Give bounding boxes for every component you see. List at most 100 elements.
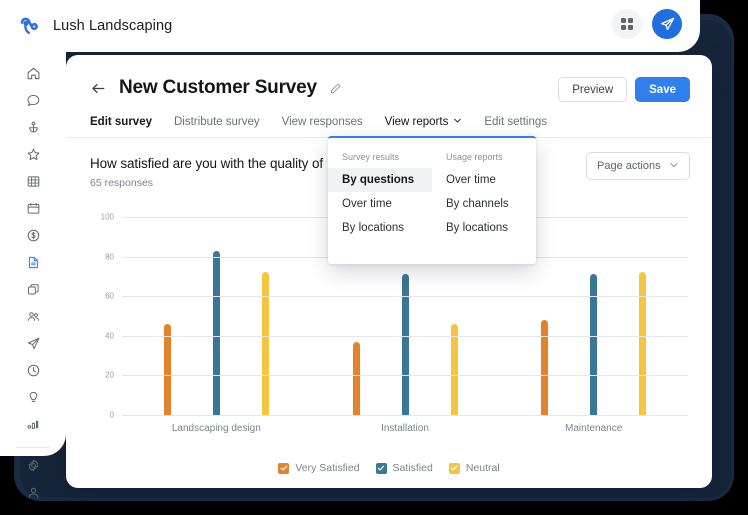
tab-edit-survey[interactable]: Edit survey <box>90 116 152 138</box>
y-axis-tick-label: 40 <box>105 331 114 340</box>
tab-bar: Edit survey Distribute survey View respo… <box>66 116 712 138</box>
y-axis-tick-label: 60 <box>105 292 114 301</box>
chevron-down-icon <box>669 160 679 173</box>
sidebar-item-ideas[interactable] <box>0 386 66 413</box>
tab-label: Distribute survey <box>174 116 260 128</box>
dropdown-item-by-channels[interactable]: By channels <box>432 192 536 216</box>
user-icon <box>26 485 41 505</box>
dropdown-item-over-time[interactable]: Over time <box>328 192 432 216</box>
chart-legend: Very Satisfied Satisfied Neutral <box>66 462 712 474</box>
bar[interactable] <box>639 272 646 415</box>
bar[interactable] <box>213 251 220 415</box>
calendar-icon <box>26 201 41 221</box>
dropdown-heading: Usage reports <box>432 148 536 168</box>
sidebar-item-history[interactable] <box>0 359 66 386</box>
top-bar-actions <box>612 9 682 39</box>
sidebar-item-library[interactable] <box>0 278 66 305</box>
bar-chart-icon <box>26 417 41 437</box>
table-grid-icon <box>26 174 41 194</box>
legend-label: Satisfied <box>393 462 433 474</box>
card-header: New Customer Survey Preview Save <box>66 55 712 99</box>
tab-view-reports[interactable]: View reports <box>385 116 463 138</box>
dropdown-heading: Survey results <box>328 148 432 168</box>
view-reports-dropdown: Survey results By questions Over time By… <box>328 136 536 264</box>
sidebar-item-calendar[interactable] <box>0 197 66 224</box>
dropdown-item-by-locations[interactable]: By locations <box>328 216 432 240</box>
dropdown-item-usage-by-locations[interactable]: By locations <box>432 216 536 240</box>
y-axis-tick-label: 0 <box>110 411 114 420</box>
gridline <box>122 296 688 297</box>
sidebar-item-billing[interactable] <box>0 224 66 251</box>
bar[interactable] <box>353 342 360 415</box>
legend-checkbox[interactable] <box>376 463 387 474</box>
sidebar-item-surveys[interactable] <box>0 251 66 278</box>
gridline <box>122 375 688 376</box>
tab-view-responses[interactable]: View responses <box>282 116 363 138</box>
y-axis-tick-label: 100 <box>101 213 114 222</box>
chat-bubble-icon <box>26 93 41 113</box>
tab-label: View responses <box>282 116 363 128</box>
x-axis-tick-label: Landscaping design <box>172 423 261 434</box>
sidebar-item-favorites[interactable] <box>0 143 66 170</box>
sidebar-item-tables[interactable] <box>0 170 66 197</box>
sidebar-item-settings[interactable] <box>0 454 66 481</box>
apps-grid-icon[interactable] <box>612 9 642 39</box>
home-icon <box>26 66 41 86</box>
legend-checkbox[interactable] <box>449 463 460 474</box>
dropdown-column-usage-reports: Usage reports Over time By channels By l… <box>432 148 536 254</box>
legend-label: Very Satisfied <box>295 462 359 474</box>
legend-item[interactable]: Neutral <box>449 462 500 474</box>
bar[interactable] <box>164 324 171 415</box>
tab-label: Edit settings <box>484 116 547 128</box>
legend-item[interactable]: Very Satisfied <box>278 462 359 474</box>
dropdown-item-by-questions[interactable]: By questions <box>328 168 432 192</box>
bar[interactable] <box>541 320 548 415</box>
sidebar-item-home[interactable] <box>0 62 66 89</box>
y-axis-tick-label: 80 <box>105 252 114 261</box>
lightbulb-icon <box>26 390 41 410</box>
tab-edit-settings[interactable]: Edit settings <box>484 116 547 138</box>
paper-plane-icon <box>26 336 41 356</box>
dollar-circle-icon <box>26 228 41 248</box>
brand[interactable]: Lush Landscaping <box>0 13 172 39</box>
dropdown-column-survey-results: Survey results By questions Over time By… <box>328 148 432 254</box>
brand-name: Lush Landscaping <box>53 18 172 34</box>
sidebar-item-analytics[interactable] <box>0 413 66 440</box>
tab-label: View reports <box>385 116 449 128</box>
legend-item[interactable]: Satisfied <box>376 462 433 474</box>
page-actions-dropdown[interactable]: Page actions <box>586 152 690 180</box>
sidebar <box>0 52 66 456</box>
lush-logo-icon <box>16 13 42 39</box>
bar[interactable] <box>451 324 458 415</box>
people-icon <box>26 309 41 329</box>
tab-distribute-survey[interactable]: Distribute survey <box>174 116 260 138</box>
sidebar-item-messages[interactable] <box>0 89 66 116</box>
page-title: New Customer Survey <box>119 77 317 99</box>
dropdown-item-usage-over-time[interactable]: Over time <box>432 168 536 192</box>
sidebar-item-anchor[interactable] <box>0 116 66 143</box>
bar[interactable] <box>262 272 269 415</box>
pencil-icon[interactable] <box>329 82 342 95</box>
gridline <box>122 336 688 337</box>
anchor-icon <box>26 120 41 140</box>
legend-checkbox[interactable] <box>278 463 289 474</box>
sidebar-item-account[interactable] <box>0 481 66 508</box>
gridline <box>122 415 688 416</box>
paper-plane-icon[interactable] <box>652 9 682 39</box>
x-axis-tick-label: Installation <box>381 423 429 434</box>
bar-group: Landscaping design <box>122 217 311 415</box>
legend-label: Neutral <box>466 462 500 474</box>
gear-icon <box>26 458 41 478</box>
star-icon <box>26 147 41 167</box>
sidebar-item-campaigns[interactable] <box>0 332 66 359</box>
copy-layers-icon <box>26 282 41 302</box>
y-axis-tick-label: 20 <box>105 371 114 380</box>
survey-card: New Customer Survey Preview Save Edit su… <box>66 55 712 488</box>
sidebar-item-contacts[interactable] <box>0 305 66 332</box>
sidebar-divider <box>16 447 50 448</box>
screen-root: Lush Landscaping <box>0 0 748 515</box>
preview-button[interactable]: Preview <box>558 77 627 102</box>
save-button[interactable]: Save <box>635 77 690 102</box>
back-arrow-icon[interactable] <box>90 80 107 97</box>
document-icon <box>26 255 41 275</box>
